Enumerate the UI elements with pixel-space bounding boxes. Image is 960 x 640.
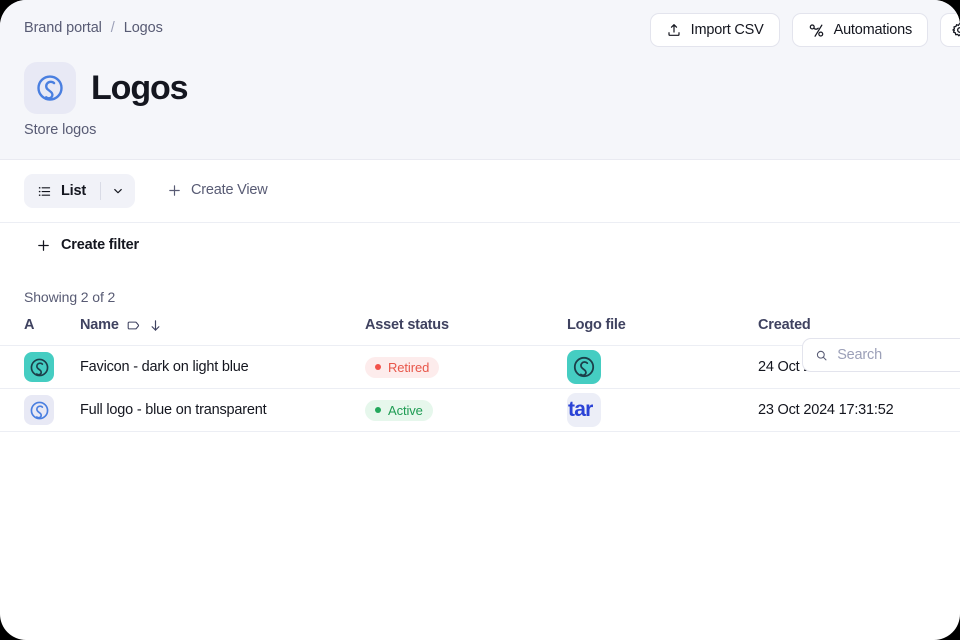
column-header-avatar[interactable]: A <box>24 317 80 346</box>
search-input[interactable] <box>837 347 960 363</box>
status-badge: Retired <box>365 356 440 378</box>
column-header-logo-file[interactable]: Logo file <box>567 317 758 346</box>
logo-file-thumbnail[interactable] <box>567 350 601 384</box>
search-icon <box>816 350 827 360</box>
column-header-name-label: Name <box>80 317 119 333</box>
plus-icon <box>38 239 49 251</box>
automations-button[interactable]: Automations <box>791 13 928 47</box>
create-view-label: Create View <box>191 182 268 198</box>
import-csv-label: Import CSV <box>690 22 764 38</box>
logo-wordmark: tar <box>568 398 593 421</box>
automation-nodes-icon <box>809 23 823 37</box>
import-csv-button[interactable]: Import CSV <box>649 13 780 47</box>
view-divider <box>99 182 101 200</box>
status-label: Active <box>388 402 423 418</box>
showing-count: Showing 2 of 2 <box>24 289 116 305</box>
create-filter-button[interactable]: Create filter <box>36 237 139 253</box>
table-row[interactable]: Full logo - blue on transparent Active t… <box>0 388 960 432</box>
row-spacer <box>0 345 24 389</box>
breadcrumb-separator: / <box>110 20 115 36</box>
column-header-name[interactable]: Name <box>80 317 365 346</box>
create-view-button[interactable]: Create View <box>167 182 268 198</box>
settings-button[interactable] <box>940 13 960 47</box>
view-dropdown-button[interactable] <box>105 178 131 204</box>
column-header-asset-status[interactable]: Asset status <box>365 317 567 346</box>
records-table: A Name Asset status Logo file Created Fa… <box>0 317 960 432</box>
avatar <box>24 352 54 382</box>
row-created: 23 Oct 2024 17:31:52 <box>758 388 960 432</box>
page-subtitle: Store logos <box>24 122 97 138</box>
tag-icon <box>127 321 139 329</box>
status-badge: Active <box>365 399 433 421</box>
spiral-logo-icon <box>37 75 63 101</box>
row-avatar-cell <box>24 345 80 389</box>
spiral-logo-icon <box>30 401 48 419</box>
page-header: Brand portal / Logos Logos Store logos I… <box>0 0 960 160</box>
header-actions: Import CSV Automations <box>649 13 960 47</box>
gear-icon <box>952 22 960 37</box>
create-filter-label: Create filter <box>61 237 139 253</box>
breadcrumb-current[interactable]: Logos <box>124 20 163 36</box>
page-title: Logos <box>91 69 189 107</box>
avatar <box>24 395 54 425</box>
status-dot <box>375 407 381 413</box>
page-icon <box>24 62 76 114</box>
arrow-down-icon <box>151 319 160 331</box>
page-title-row: Logos <box>24 62 189 114</box>
plus-icon <box>169 184 180 196</box>
row-name[interactable]: Full logo - blue on transparent <box>80 388 365 432</box>
view-selector[interactable]: List <box>24 174 135 208</box>
row-status-cell: Active <box>365 388 567 432</box>
upload-icon <box>668 24 680 36</box>
filter-bar: Create filter <box>0 223 960 275</box>
search-box[interactable] <box>802 338 960 372</box>
list-icon <box>38 186 51 196</box>
column-spacer <box>0 317 24 346</box>
row-status-cell: Retired <box>365 345 567 389</box>
row-name[interactable]: Favicon - dark on light blue <box>80 345 365 389</box>
status-dot <box>375 364 381 370</box>
automations-label: Automations <box>833 22 913 38</box>
app-window: Brand portal / Logos Logos Store logos I… <box>0 0 960 640</box>
row-logo-file-cell: tar <box>567 388 758 432</box>
view-selector-label: List <box>61 183 86 199</box>
breadcrumb-root[interactable]: Brand portal <box>24 20 102 36</box>
breadcrumb: Brand portal / Logos <box>24 20 163 36</box>
row-avatar-cell <box>24 388 80 432</box>
row-logo-file-cell <box>567 345 758 389</box>
status-label: Retired <box>388 359 430 375</box>
chevron-down-icon <box>114 188 122 194</box>
view-bar: List Create View <box>0 160 960 372</box>
row-spacer <box>0 388 24 432</box>
spiral-logo-icon <box>573 356 595 378</box>
logo-file-thumbnail[interactable]: tar <box>567 393 601 427</box>
spiral-logo-icon <box>30 358 48 376</box>
